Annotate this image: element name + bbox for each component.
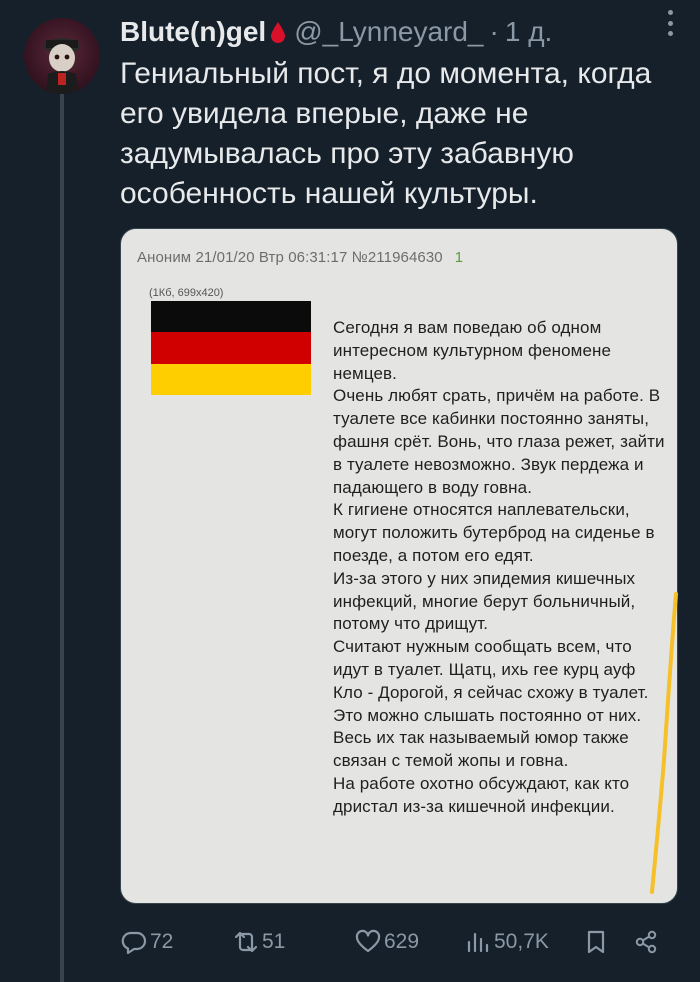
post-paragraph: На работе охотно обсуждают, как кто дрис… <box>333 773 630 816</box>
tweet-actions: 72 51 629 50,7K <box>120 922 680 962</box>
views-count: 50,7K <box>494 930 549 953</box>
avatar[interactable] <box>24 18 100 94</box>
separator-dot: · <box>489 16 499 47</box>
bookmark-icon <box>587 930 605 954</box>
post-reply-count: 1 <box>454 249 464 266</box>
views-bar-chart-icon <box>467 932 489 953</box>
post-paragraph: Весь их так называемый юмор также связан… <box>333 728 629 771</box>
tweet-media-image[interactable]: Аноним 21/01/20 Втр 06:31:17 №211964630 1… <box>120 228 678 904</box>
tweet-text: Гениальный пост, я до момента, когда его… <box>120 57 652 210</box>
file-info: (1Кб, 699x420) <box>149 287 224 299</box>
reply-button[interactable]: 72 <box>120 922 173 962</box>
more-options-icon[interactable] <box>668 10 676 36</box>
thread-line <box>60 92 64 982</box>
user-handle[interactable]: @_Lynneyard_ <box>294 16 483 48</box>
post-paragraph: Очень любят срать, причём на работе. В т… <box>333 386 665 497</box>
share-icon <box>635 930 657 954</box>
reply-count: 72 <box>150 930 174 953</box>
flag-stripe-gold <box>151 363 311 395</box>
retweet-count: 51 <box>262 930 286 953</box>
post-paragraph: Из-за этого у них эпидемия кишечных инфе… <box>333 568 636 634</box>
retweet-icon <box>234 931 258 953</box>
bookmark-button[interactable] <box>582 922 612 962</box>
blood-drop-icon <box>271 22 286 43</box>
imageboard-post-header: Аноним 21/01/20 Втр 06:31:17 №211964630 1 <box>137 249 463 266</box>
views-button[interactable]: 50,7K <box>464 922 549 962</box>
tweet-header: Blute(n)gel @_Lynneyard_ · 1 д. <box>120 12 680 52</box>
flag-stripe-black <box>151 301 311 333</box>
display-name[interactable]: Blute(n)gel <box>120 16 266 48</box>
share-button[interactable] <box>632 922 662 962</box>
post-paragraph: К гигиене относятся наплевательски, могу… <box>333 500 655 565</box>
like-button[interactable]: 629 <box>354 922 419 962</box>
like-count: 629 <box>384 930 420 953</box>
imageboard-post-body: Сегодня я вам поведаю об одном интересно… <box>333 317 665 819</box>
post-paragraph: Считают нужным сообщать всем, что идут в… <box>333 637 649 725</box>
reply-icon <box>121 931 147 955</box>
timestamp[interactable]: 1 д. <box>505 16 552 48</box>
german-flag-image <box>151 301 311 395</box>
retweet-button[interactable]: 51 <box>232 922 285 962</box>
heart-icon <box>355 929 381 953</box>
post-paragraph: Сегодня я вам поведаю об одном интересно… <box>333 318 612 383</box>
avatar-image <box>44 38 80 94</box>
post-meta: Аноним 21/01/20 Втр 06:31:17 №211964630 <box>137 249 443 266</box>
flag-stripe-red <box>151 332 311 364</box>
